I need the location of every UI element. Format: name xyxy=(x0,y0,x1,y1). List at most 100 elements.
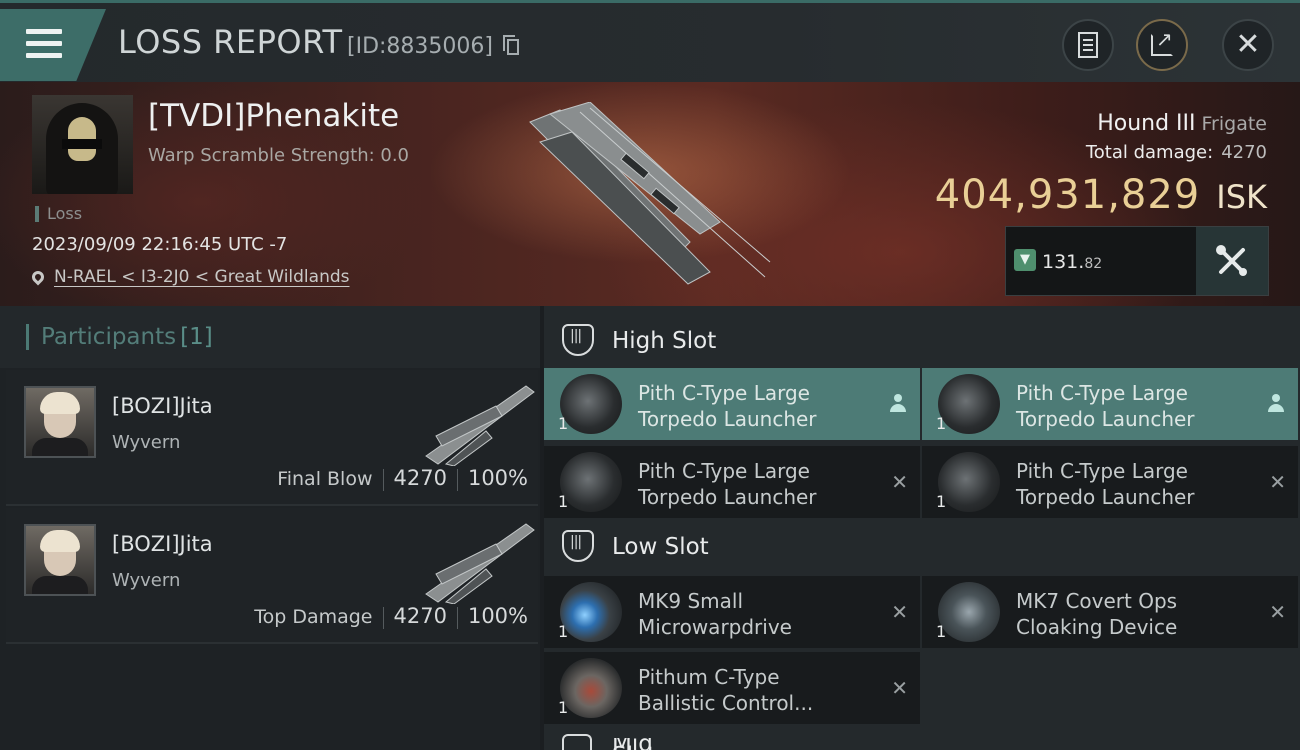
attacker-ship-image[interactable] xyxy=(416,514,541,604)
destroyed-x-icon: ✕ xyxy=(891,676,908,700)
attacker-damage: 4270 xyxy=(393,466,447,490)
location-text[interactable]: N-RAEL < I3-2J0 < Great Wildlands xyxy=(54,267,350,287)
torpedo-launcher-icon xyxy=(560,374,622,434)
module-name: Pithum C-Type Ballistic Control... xyxy=(638,665,814,715)
ship-name: Hound III xyxy=(1097,111,1196,136)
torpedo-launcher-icon xyxy=(560,452,622,512)
top-bar: LOSS REPORT [ID:8835006] ✕ xyxy=(0,0,1300,82)
fitting-shield-icon: ▼ xyxy=(1014,249,1036,271)
warp-scramble-strength: Warp Scramble Strength: 0.0 xyxy=(148,145,410,166)
module-item[interactable]: 1 Pith C-Type Large Torpedo Launcher xyxy=(922,368,1298,440)
module-name: MK7 Covert Ops Cloaking Device xyxy=(1016,589,1178,639)
destroyed-x-icon: ✕ xyxy=(891,470,908,494)
destroyed-x-icon: ✕ xyxy=(891,600,908,624)
microwarpdrive-icon xyxy=(560,582,622,642)
cloaking-device-icon xyxy=(938,582,1000,642)
high-slot-header: High Slot xyxy=(544,310,1300,372)
fitting-value-decimal: 82 xyxy=(1084,256,1103,272)
mid-slot-label: Mid Slot xyxy=(612,738,682,750)
share-icon xyxy=(1151,27,1173,56)
copy-icon[interactable] xyxy=(503,35,519,55)
module-name: MK9 Small Microwarpdrive xyxy=(638,589,792,639)
total-damage: Total damage: 4270 xyxy=(1086,142,1267,163)
attacker-name[interactable]: [BOZI]Jita xyxy=(112,532,213,556)
participant-row[interactable]: [BOZI]Jita Wyvern Final Blow 4270 100% xyxy=(6,370,538,506)
module-item[interactable]: 1 MK7 Covert Ops Cloaking Device ✕ xyxy=(922,576,1298,648)
module-item[interactable]: 1 Pith C-Type Large Torpedo Launcher xyxy=(544,368,920,440)
module-name: Pith C-Type Large Torpedo Launcher xyxy=(1016,381,1195,431)
participants-panel: Participants [1] [BOZI]Jita Wyvern Final … xyxy=(0,306,540,750)
page-title: LOSS REPORT xyxy=(118,23,343,61)
victim-name[interactable]: [TVDI]Phenakite xyxy=(148,98,399,134)
module-quantity: 1 xyxy=(936,414,947,433)
torpedo-launcher-icon xyxy=(938,452,1000,512)
person-icon xyxy=(890,394,906,414)
module-quantity: 1 xyxy=(936,622,947,641)
module-quantity: 1 xyxy=(558,492,569,511)
module-name: Pith C-Type Large Torpedo Launcher xyxy=(1016,459,1195,509)
victim-banner: [TVDI]Phenakite Warp Scramble Strength: … xyxy=(0,82,1300,306)
module-name: Pith C-Type Large Torpedo Launcher xyxy=(638,459,817,509)
attacker-ship-image[interactable] xyxy=(416,376,541,466)
attacker-damage: 4270 xyxy=(393,604,447,628)
fitting-box: ▼ 131.82 xyxy=(1005,226,1269,296)
mid-slot-icon xyxy=(562,734,592,750)
destroyed-x-icon: ✕ xyxy=(1269,470,1286,494)
participant-row[interactable]: [BOZI]Jita Wyvern Top Damage 4270 100% xyxy=(6,508,538,644)
victim-ship[interactable]: Hound III Frigate xyxy=(1097,111,1267,136)
module-quantity: 1 xyxy=(558,698,569,717)
attacker-percent: 100% xyxy=(467,466,528,490)
victim-portrait[interactable] xyxy=(32,95,133,194)
participants-header: Participants [1] xyxy=(0,306,540,368)
torpedo-launcher-icon xyxy=(938,374,1000,434)
high-slot-label: High Slot xyxy=(612,328,717,354)
participants-title-text: Participants xyxy=(41,324,177,350)
destroyed-x-icon: ✕ xyxy=(1269,600,1286,624)
module-item[interactable]: 1 MK9 Small Microwarpdrive ✕ xyxy=(544,576,920,648)
fitting-value-main: 131. xyxy=(1042,251,1085,273)
isk-value: 404,931,829 xyxy=(934,172,1201,218)
attacker-role: Top Damage xyxy=(254,606,373,628)
attacker-avatar[interactable] xyxy=(24,386,96,458)
kill-time: 2023/09/09 22:16:45 UTC -7 xyxy=(32,234,288,255)
module-item[interactable]: 1 Pith C-Type Large Torpedo Launcher ✕ xyxy=(544,446,920,518)
report-id: [ID:8835006] xyxy=(347,34,493,59)
fitting-value: 131.82 xyxy=(1042,251,1102,273)
module-name: Pith C-Type Large Torpedo Launcher xyxy=(638,381,817,431)
module-quantity: 1 xyxy=(558,414,569,433)
module-item[interactable]: 1 Pith C-Type Large Torpedo Launcher ✕ xyxy=(922,446,1298,518)
notes-icon xyxy=(1078,32,1098,58)
attacker-ship: Wyvern xyxy=(112,570,181,591)
menu-button[interactable] xyxy=(0,9,106,81)
high-slot-icon xyxy=(562,324,594,356)
fitting-tools-button[interactable] xyxy=(1196,227,1268,295)
person-icon xyxy=(1268,394,1284,414)
notes-button[interactable] xyxy=(1062,19,1114,71)
total-damage-label: Total damage: xyxy=(1085,142,1214,163)
total-damage-value: 4270 xyxy=(1221,142,1267,163)
loss-tag: Loss xyxy=(35,206,82,222)
attacker-percent: 100% xyxy=(467,604,528,628)
ship-class: Frigate xyxy=(1201,113,1267,135)
victim-ship-render xyxy=(529,102,771,285)
location-pin-icon xyxy=(29,268,47,286)
attacker-ship: Wyvern xyxy=(112,432,181,453)
module-quantity: 1 xyxy=(936,492,947,511)
attacker-avatar[interactable] xyxy=(24,524,96,596)
module-item[interactable]: 1 Pithum C-Type Ballistic Control... ✕ xyxy=(544,652,920,724)
isk-value-line: 404,931,829 ISK xyxy=(935,172,1267,218)
tools-icon xyxy=(1216,245,1247,276)
low-slot-header: Low Slot xyxy=(544,516,1300,578)
isk-unit: ISK xyxy=(1216,178,1267,216)
attacker-stats: Final Blow 4270 100% xyxy=(277,466,528,491)
participants-count: [1] xyxy=(180,324,213,350)
share-button[interactable] xyxy=(1136,19,1188,71)
ballistic-control-icon xyxy=(560,658,622,718)
attacker-name[interactable]: [BOZI]Jita xyxy=(112,394,213,418)
close-button[interactable]: ✕ xyxy=(1222,19,1274,71)
location-link[interactable]: N-RAEL < I3-2J0 < Great Wildlands xyxy=(29,267,350,287)
low-slot-label: Low Slot xyxy=(612,534,709,560)
fitting-slots-panel: High Slot 1 Pith C-Type LargeTorpedo Lau… xyxy=(544,306,1300,750)
participants-title: Participants [1] xyxy=(26,324,213,350)
module-quantity: 1 xyxy=(558,622,569,641)
